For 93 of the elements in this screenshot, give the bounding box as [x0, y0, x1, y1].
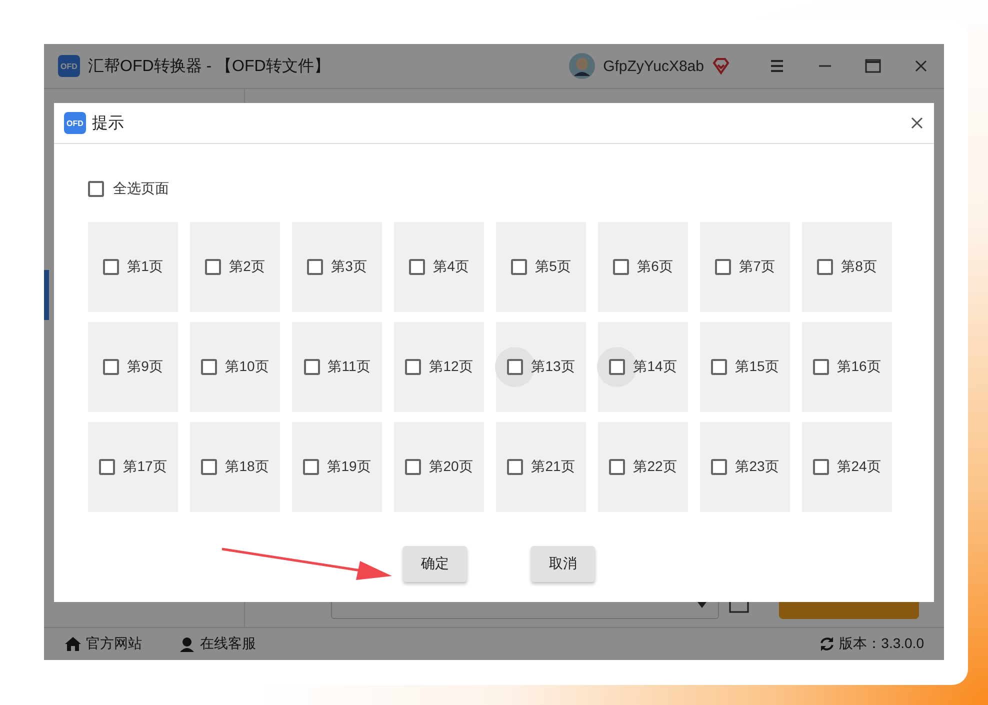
page-label: 第13页: [531, 358, 575, 376]
checkbox[interactable]: [409, 259, 426, 275]
checkbox[interactable]: [507, 459, 524, 475]
username: GfpZyYucX8ab: [603, 58, 704, 74]
checkbox[interactable]: [304, 359, 320, 375]
checkbox[interactable]: [813, 359, 830, 375]
page-tile[interactable]: 第15页: [700, 322, 790, 412]
dialog-title: 提示: [92, 114, 125, 134]
version-label: 版本：3.3.0.0: [839, 635, 924, 653]
page-tile[interactable]: 第4页: [394, 222, 484, 312]
page-label: 第10页: [225, 358, 269, 376]
page-label: 第11页: [328, 358, 370, 376]
app-logo: OFD: [58, 55, 80, 77]
page-label: 第24页: [837, 458, 881, 476]
checkbox[interactable]: [405, 359, 422, 375]
select-all-label: 全选页面: [113, 180, 169, 198]
home-icon: [64, 636, 82, 652]
page-tile[interactable]: 第9页: [88, 322, 178, 412]
page-tile[interactable]: 第21页: [496, 422, 586, 512]
checkbox[interactable]: [307, 259, 324, 275]
page-label: 第7页: [739, 258, 775, 276]
page-tile[interactable]: 第6页: [598, 222, 688, 312]
checkbox[interactable]: [99, 459, 116, 475]
page-label: 第6页: [637, 258, 673, 276]
page-tile[interactable]: 第2页: [190, 222, 280, 312]
page-label: 第9页: [127, 358, 163, 376]
support-icon: [178, 636, 196, 652]
page-tile[interactable]: 第16页: [802, 322, 892, 412]
page-label: 第5页: [535, 258, 571, 276]
page-label: 第16页: [837, 358, 881, 376]
page-tile[interactable]: 第17页: [88, 422, 178, 512]
page-tile[interactable]: 第20页: [394, 422, 484, 512]
page-label: 第19页: [327, 458, 371, 476]
checkbox[interactable]: [201, 359, 218, 375]
page-tile[interactable]: 第14页: [598, 322, 688, 412]
page-label: 第14页: [633, 358, 677, 376]
refresh-icon[interactable]: [819, 636, 836, 652]
cancel-button[interactable]: 取消: [531, 546, 595, 582]
checkbox[interactable]: [609, 459, 626, 475]
window-title: 汇帮OFD转换器 - 【OFD转文件】: [88, 56, 330, 76]
checkbox[interactable]: [817, 259, 834, 275]
page-tile[interactable]: 第3页: [292, 222, 382, 312]
checkbox[interactable]: [103, 359, 120, 375]
page-tile[interactable]: 第19页: [292, 422, 382, 512]
page-tile[interactable]: 第1页: [88, 222, 178, 312]
page-label: 第21页: [531, 458, 575, 476]
checkbox[interactable]: [711, 459, 728, 475]
page-tile[interactable]: 第18页: [190, 422, 280, 512]
page-label: 第8页: [841, 258, 877, 276]
page-tile[interactable]: 第8页: [802, 222, 892, 312]
checkbox[interactable]: [88, 181, 104, 197]
page-label: 第22页: [633, 458, 677, 476]
diamond-icon[interactable]: [712, 57, 730, 75]
page-label: 第15页: [735, 358, 779, 376]
page-label: 第23页: [735, 458, 779, 476]
page-tile[interactable]: 第23页: [700, 422, 790, 512]
checkbox[interactable]: [715, 259, 732, 275]
checkbox[interactable]: [711, 359, 728, 375]
checkbox[interactable]: [511, 259, 528, 275]
confirm-button[interactable]: 确定: [403, 546, 467, 582]
page-label: 第12页: [429, 358, 473, 376]
page-label: 第18页: [225, 458, 269, 476]
page-label: 第1页: [127, 258, 163, 276]
status-link[interactable]: 官方网站: [64, 635, 142, 653]
menu-icon[interactable]: [768, 57, 786, 75]
close-icon[interactable]: [910, 116, 924, 130]
page-tile[interactable]: 第22页: [598, 422, 688, 512]
checkbox[interactable]: [613, 259, 630, 275]
status-link[interactable]: 在线客服: [178, 635, 256, 653]
page-label: 第17页: [123, 458, 167, 476]
page-label: 第20页: [429, 458, 473, 476]
page-label: 第2页: [229, 258, 265, 276]
maximize-icon[interactable]: [864, 57, 882, 75]
page-tile[interactable]: 第24页: [802, 422, 892, 512]
page-label: 第3页: [331, 258, 367, 276]
checkbox[interactable]: [405, 459, 422, 475]
page-tile[interactable]: 第11页: [292, 322, 382, 412]
avatar-icon[interactable]: [569, 53, 596, 79]
page-tile[interactable]: 第5页: [496, 222, 586, 312]
checkbox[interactable]: [813, 459, 830, 475]
checkbox[interactable]: [507, 359, 524, 375]
checkbox[interactable]: [103, 259, 120, 275]
selection-indicator: [44, 270, 49, 320]
checkbox[interactable]: [609, 359, 626, 375]
checkbox[interactable]: [303, 459, 320, 475]
checkbox[interactable]: [205, 259, 222, 275]
page-label: 第4页: [433, 258, 469, 276]
dialog-logo: OFD: [64, 112, 86, 134]
page-tile[interactable]: 第12页: [394, 322, 484, 412]
page-tile[interactable]: 第13页: [496, 322, 586, 412]
page-tile[interactable]: 第7页: [700, 222, 790, 312]
page-tile[interactable]: 第10页: [190, 322, 280, 412]
checkbox[interactable]: [201, 459, 218, 475]
